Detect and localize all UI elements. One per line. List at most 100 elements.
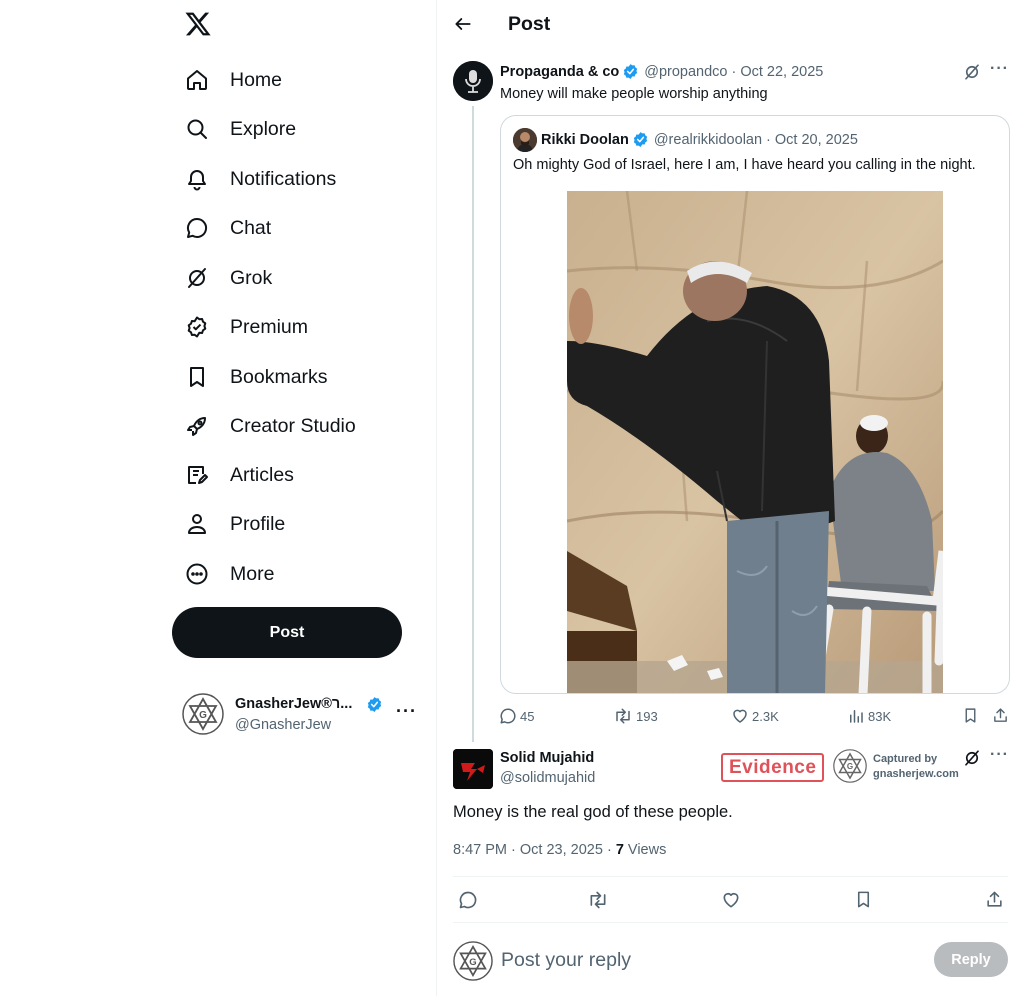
repost-icon — [616, 708, 630, 724]
nav-home[interactable]: Home — [184, 60, 282, 100]
quoted-author-name: Rikki Doolan — [541, 131, 629, 148]
post-author-avatar[interactable] — [453, 749, 493, 789]
post-more-icon[interactable]: ··· — [990, 60, 1009, 78]
post-views-label: Views — [623, 842, 667, 858]
share-icon — [987, 891, 1002, 907]
nav-more[interactable]: More — [184, 554, 274, 594]
heart-icon — [723, 892, 739, 908]
nav-label-premium: Premium — [230, 315, 309, 338]
nav-articles[interactable]: Articles — [184, 455, 294, 495]
reply-count: 45 — [520, 708, 535, 724]
nav-label-profile: Profile — [230, 512, 286, 535]
bookmark-icon — [857, 891, 870, 908]
views-action[interactable]: 83K — [847, 707, 891, 725]
nav-grok[interactable]: Grok — [184, 258, 272, 298]
nav-label-creator-studio: Creator Studio — [230, 414, 356, 437]
post-views-count: 7 — [615, 842, 624, 858]
like-count: 2.3K — [752, 708, 779, 724]
bell-icon — [184, 166, 210, 192]
account-more-icon[interactable]: ··· — [396, 701, 417, 722]
nav-label-grok: Grok — [230, 266, 273, 289]
nav-premium[interactable]: Premium — [184, 307, 308, 347]
verified-badge-icon — [632, 131, 649, 148]
verified-badge-icon — [184, 314, 210, 340]
x-logo-icon[interactable] — [184, 10, 212, 40]
repost-count: 193 — [636, 708, 658, 724]
separator-dot: · — [766, 131, 771, 148]
sidebar: Home Explore Notifications Chat Grok Pre… — [170, 0, 430, 996]
post-thread: Post Propaganda & co @propandco · Oct 22… — [437, 0, 1024, 996]
svg-text:G: G — [469, 957, 476, 968]
post-button[interactable]: Post — [172, 607, 402, 658]
post-author-handle[interactable]: @solidmujahid — [500, 770, 595, 786]
repost-action[interactable] — [587, 890, 609, 910]
back-arrow-icon[interactable] — [453, 14, 475, 36]
quoted-author-avatar — [513, 128, 537, 152]
more-circle-icon — [184, 561, 210, 587]
post-timestamp[interactable]: 8:47 PM · Oct 23, 2025 · 7 Views — [453, 842, 666, 858]
home-icon — [184, 67, 210, 93]
post-author-handle[interactable]: @propandco — [644, 64, 727, 80]
views-chart-icon — [850, 710, 863, 723]
post-more-icon[interactable]: ··· — [990, 746, 1009, 764]
article-icon — [184, 462, 210, 488]
post-time[interactable]: 8:47 PM · Oct 23, 2025 · — [453, 842, 616, 858]
captured-by-site: gnasherjew.com — [873, 768, 959, 780]
reply-action[interactable] — [458, 890, 478, 910]
reply-icon — [459, 891, 477, 909]
nav-label-explore: Explore — [230, 117, 297, 140]
quoted-post-text: Oh mighty God of Israel, here I am, I ha… — [513, 157, 976, 173]
divider — [453, 876, 1008, 877]
reply-input[interactable] — [501, 946, 881, 974]
nav-label-home: Home — [230, 68, 283, 91]
reply-action[interactable]: 45 — [499, 707, 534, 725]
bookmark-icon — [965, 708, 976, 723]
reply-button[interactable]: Reply — [934, 942, 1008, 977]
star-of-david-logo-icon: G — [833, 749, 867, 783]
nav-explore[interactable]: Explore — [184, 109, 296, 149]
separator-dot: · — [731, 63, 737, 80]
svg-text:G: G — [199, 710, 207, 721]
account-avatar: G — [182, 693, 224, 735]
repost-action[interactable]: 193 — [613, 707, 658, 725]
verified-badge-icon — [366, 696, 383, 718]
heart-icon — [733, 709, 747, 723]
repost-icon — [590, 891, 606, 909]
nav-notifications[interactable]: Notifications — [184, 159, 336, 199]
share-action[interactable] — [985, 890, 1004, 909]
nav-label-chat: Chat — [230, 216, 272, 239]
post-header: Propaganda & co @propandco · Oct 22, 202… — [500, 63, 823, 80]
post-author-name[interactable]: Propaganda & co — [500, 64, 619, 80]
grok-icon — [184, 265, 210, 291]
reply-icon — [500, 708, 516, 724]
post-author-avatar[interactable] — [453, 61, 493, 101]
grok-icon[interactable] — [963, 63, 981, 86]
grok-icon[interactable] — [963, 749, 981, 772]
post-author-name[interactable]: Solid Mujahid — [500, 750, 594, 766]
bookmark-action[interactable] — [962, 707, 979, 724]
views-count: 83K — [868, 708, 892, 724]
quoted-post[interactable]: Rikki Doolan @realrikkidoolan · Oct 20, … — [500, 115, 1010, 694]
rocket-icon — [184, 413, 210, 439]
nav-profile[interactable]: Profile — [184, 504, 285, 544]
thread-line — [472, 106, 474, 742]
account-switcher[interactable]: G GnasherJew®ר... @GnasherJew ··· — [182, 691, 422, 741]
quoted-post-photo[interactable] — [566, 190, 948, 693]
post-text: Money is the real god of these people. — [453, 803, 733, 821]
like-action[interactable]: 2.3K — [731, 707, 779, 725]
bookmark-action[interactable] — [854, 890, 873, 909]
post-date[interactable]: Oct 22, 2025 — [740, 64, 823, 80]
nav-bookmarks[interactable]: Bookmarks — [184, 357, 328, 397]
bookmark-icon — [184, 364, 210, 390]
svg-text:G: G — [847, 762, 853, 771]
captured-by-label: Captured by — [873, 753, 938, 765]
verified-badge-icon — [622, 63, 639, 80]
quoted-post-date: Oct 20, 2025 — [774, 131, 858, 148]
nav-creator-studio[interactable]: Creator Studio — [184, 406, 356, 446]
nav-label-more: More — [230, 562, 275, 585]
account-name: GnasherJew®ר... — [235, 696, 353, 712]
search-icon — [184, 116, 210, 142]
nav-chat[interactable]: Chat — [184, 208, 271, 248]
like-action[interactable] — [721, 890, 741, 910]
share-action[interactable] — [992, 707, 1009, 724]
